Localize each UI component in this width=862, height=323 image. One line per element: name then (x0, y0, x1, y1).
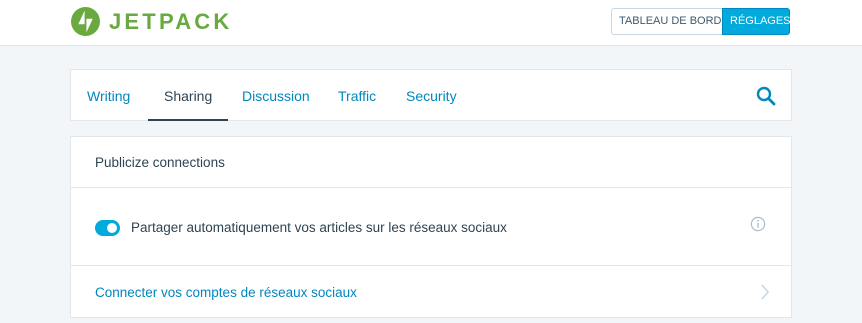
section-nav: Writing Sharing Discussion Traffic Secur… (70, 69, 792, 121)
header-button-group: TABLEAU DE BORD RÉGLAGES (611, 8, 791, 35)
top-bar: JETPACK TABLEAU DE BORD RÉGLAGES (0, 0, 862, 46)
chevron-right-icon (761, 284, 770, 300)
info-icon[interactable] (750, 216, 766, 232)
auto-share-toggle[interactable] (95, 220, 120, 236)
connect-accounts-row[interactable]: Connecter vos comptes de réseaux sociaux (71, 266, 791, 317)
brand-name: JETPACK (109, 9, 233, 34)
connect-accounts-link[interactable]: Connecter vos comptes de réseaux sociaux (95, 285, 357, 301)
tab-security[interactable]: Security (406, 70, 457, 121)
auto-share-row: Partager automatiquement vos articles su… (71, 188, 791, 266)
settings-button[interactable]: RÉGLAGES (722, 8, 791, 35)
publicize-card: Publicize connections Partager automatiq… (70, 136, 792, 318)
dashboard-button[interactable]: TABLEAU DE BORD (611, 8, 723, 35)
auto-share-label: Partager automatiquement vos articles su… (131, 220, 507, 235)
tab-sharing[interactable]: Sharing (147, 70, 229, 121)
tab-writing[interactable]: Writing (87, 70, 130, 121)
tab-discussion[interactable]: Discussion (242, 70, 310, 121)
toggle-knob (107, 223, 117, 233)
jetpack-bolt-icon (71, 7, 100, 36)
jetpack-logo[interactable]: JETPACK (71, 7, 232, 36)
card-title: Publicize connections (71, 137, 791, 188)
tab-traffic[interactable]: Traffic (338, 70, 376, 121)
search-icon[interactable] (756, 86, 776, 106)
